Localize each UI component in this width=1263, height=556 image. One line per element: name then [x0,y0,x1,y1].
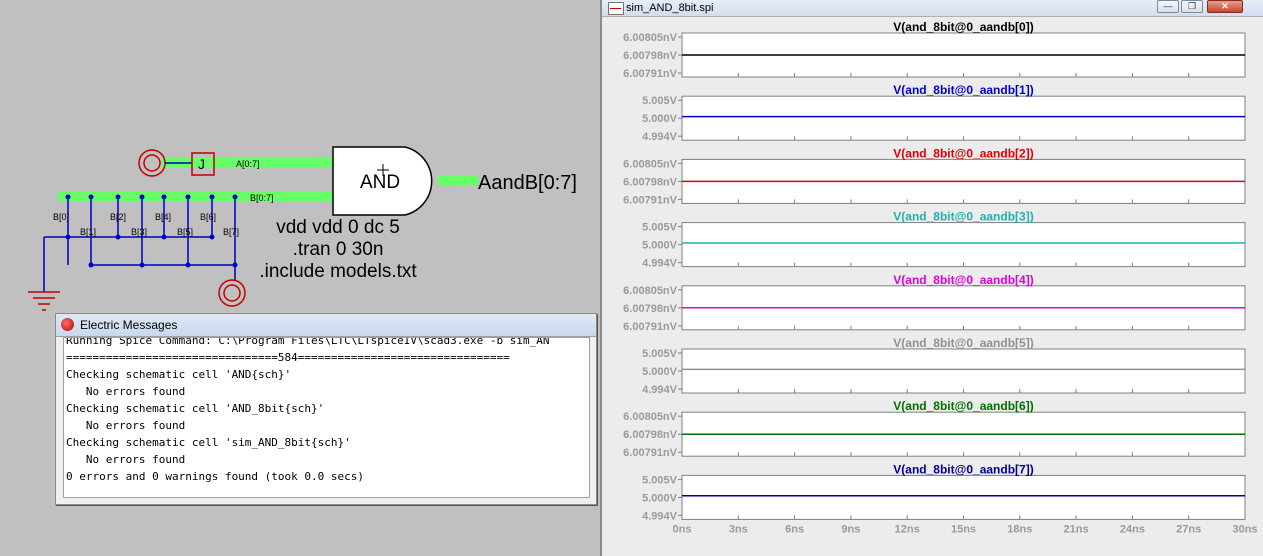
tap-label: B[3] [131,227,147,237]
y-tick-label: 6.00791nV [623,321,677,333]
bus-a-label: A[0:7] [236,159,260,169]
plot-pane[interactable] [681,222,1246,268]
log-line: Checking schematic cell 'AND{sch}' [66,368,292,381]
y-tick-label: 6.00791nV [623,447,677,459]
tap-label: B[6] [200,212,216,222]
tap-label: B[7] [223,227,239,237]
tap-label: B[2] [110,212,126,222]
y-tick-label: 6.00791nV [623,194,677,206]
log-line: Checking schematic cell 'AND_8bit{sch}' [66,402,325,415]
y-tick-label: 6.00798nV [623,429,677,441]
svg-text:J: J [198,156,205,172]
output-label: AandB[0:7] [478,172,577,194]
x-tick-label: 18ns [1007,523,1032,535]
messages-window[interactable]: Electric Messages Running Spice Command:… [55,313,597,505]
trace-title[interactable]: V(and_8bit@0_aandb[5]) [893,336,1033,350]
tap-label: B[0] [53,212,69,222]
plot-window[interactable]: sim_AND_8bit.spi — ❐ ✕ 6.00805nV 6.00798n… [600,0,1263,556]
x-tick-label: 6ns [785,523,804,535]
tap-label: B[5] [177,227,193,237]
plot-pane[interactable] [681,348,1246,394]
bus-out[interactable] [438,176,478,185]
trace-title[interactable]: V(and_8bit@0_aandb[7]) [893,462,1033,476]
log-line: No errors found [66,419,186,432]
y-tick-label: 6.00805nV [623,285,677,297]
x-tick-label: 24ns [1120,523,1145,535]
y-tick-label: 5.005V [642,95,678,107]
messages-log-text: Running Spice Command: C:\Program Files\… [64,337,589,485]
y-tick-label: 5.005V [642,222,678,234]
log-line: 0 errors and 0 warnings found (took 0.0 … [66,470,365,483]
messages-log[interactable]: Running Spice Command: C:\Program Files\… [63,337,590,498]
log-line: Running Spice Command: C:\Program Files\… [66,337,550,347]
messages-title: Electric Messages [80,318,178,332]
trace-title[interactable]: V(and_8bit@0_aandb[0]) [893,20,1033,34]
electric-app-icon [61,318,74,331]
tap-label: B[4] [155,212,171,222]
x-tick-label: 12ns [895,523,920,535]
bus-b-label: B[0:7] [250,193,274,203]
messages-titlebar[interactable]: Electric Messages [56,314,596,337]
y-tick-label: 5.000V [642,366,678,378]
x-tick-label: 15ns [951,523,976,535]
bus-b[interactable] [58,192,334,201]
y-tick-label: 4.994V [642,131,678,143]
y-tick-label: 5.000V [642,492,678,504]
ground-icon[interactable] [28,291,60,311]
y-tick-label: 6.00791nV [623,68,677,80]
port-b-icon[interactable] [218,279,246,307]
plot-pane[interactable] [681,474,1246,520]
y-tick-label: 5.000V [642,240,678,252]
y-tick-label: 6.00798nV [623,50,677,62]
y-tick-label: 6.00805nV [623,411,677,423]
y-tick-label: 5.005V [642,474,678,486]
log-line: Checking schematic cell 'sim_AND_8bit{sc… [66,436,351,449]
x-tick-label: 21ns [1064,523,1089,535]
trace-title[interactable]: V(and_8bit@0_aandb[4]) [893,273,1033,287]
waveform-plot[interactable]: 6.00805nV 6.00798nV 6.00791nV V(and_8bit@0_… [602,0,1263,556]
trace-title[interactable]: V(and_8bit@0_aandb[1]) [893,83,1033,97]
tap-label: B[1] [80,227,96,237]
trace-title[interactable]: V(and_8bit@0_aandb[3]) [893,210,1033,224]
spice-directive[interactable]: .include models.txt [259,261,417,282]
x-tick-label: 3ns [729,523,748,535]
plot-pane[interactable] [681,95,1246,141]
log-line: ================================584=====… [66,351,510,364]
x-tick-label: 9ns [841,523,860,535]
x-tick-label: 27ns [1176,523,1201,535]
x-tick-label: 0ns [673,523,692,535]
y-tick-label: 4.994V [642,258,678,270]
spice-directive[interactable]: .tran 0 30n [293,239,384,260]
y-tick-label: 5.000V [642,113,678,125]
y-tick-label: 4.994V [642,510,678,522]
trace-title[interactable]: V(and_8bit@0_aandb[6]) [893,399,1033,413]
spice-directive[interactable]: vdd vdd 0 dc 5 [276,217,400,238]
y-tick-label: 6.00805nV [623,158,677,170]
y-tick-label: 5.005V [642,348,678,360]
log-line: No errors found [66,385,186,398]
x-tick-label: 30ns [1232,523,1257,535]
y-tick-label: 6.00805nV [623,32,677,44]
y-tick-label: 6.00798nV [623,303,677,315]
log-line: No errors found [66,453,186,466]
and-gate-label: AND [360,172,400,193]
port-a-icon[interactable]: J [138,149,215,177]
y-tick-label: 4.994V [642,384,678,396]
y-tick-label: 6.00798nV [623,176,677,188]
trace-title[interactable]: V(and_8bit@0_aandb[2]) [893,146,1033,160]
